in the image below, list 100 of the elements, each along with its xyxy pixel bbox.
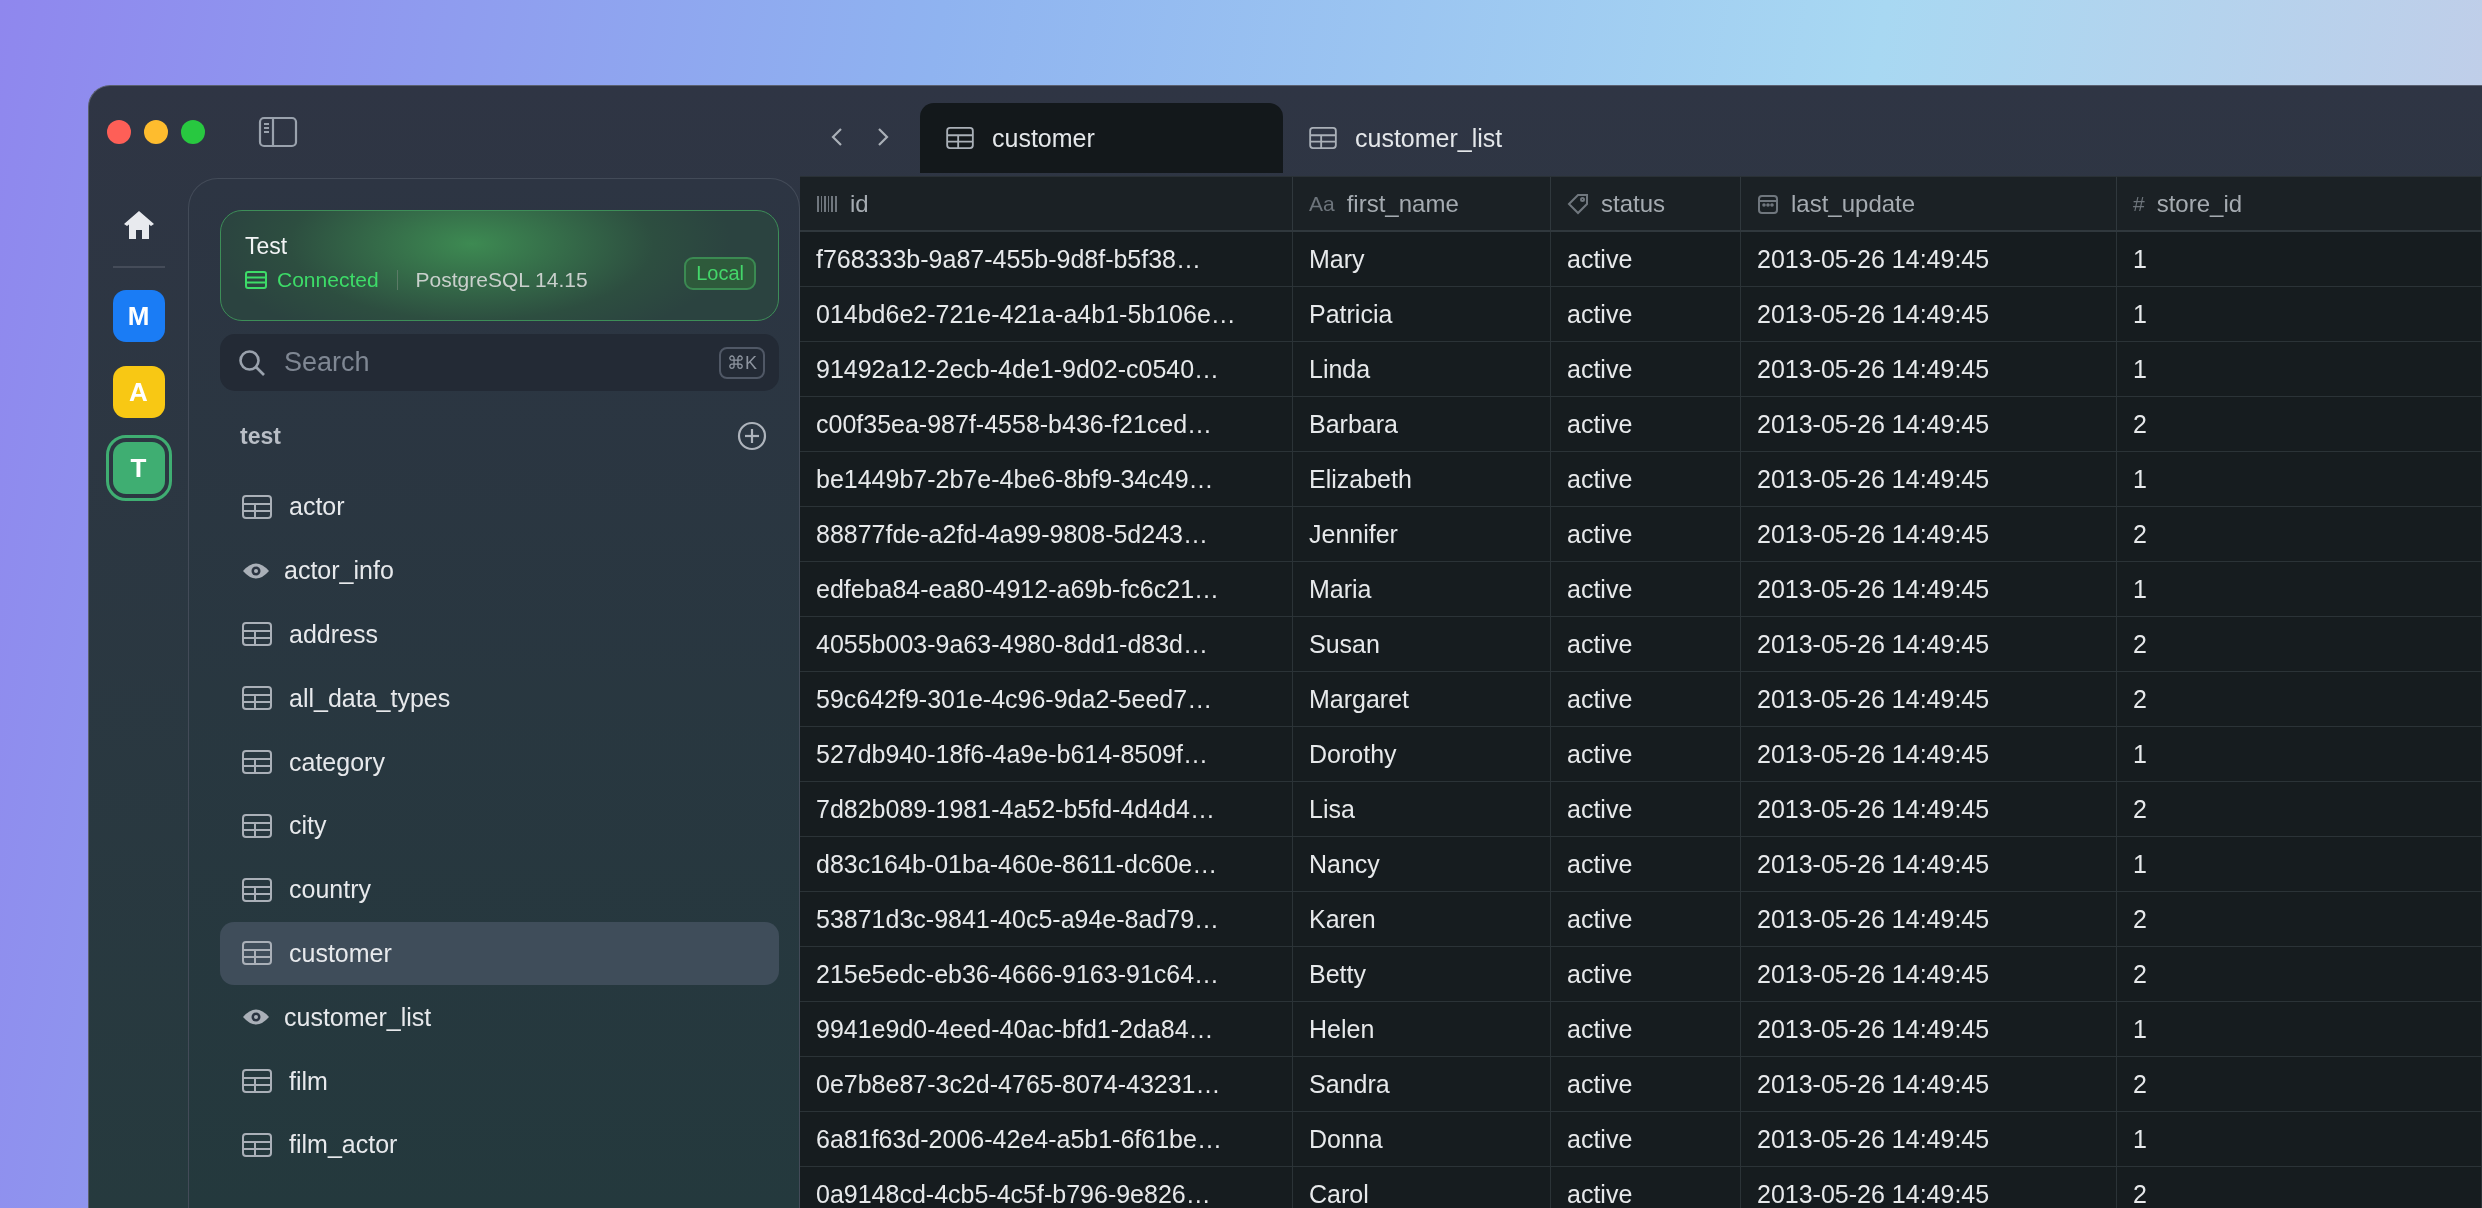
item-label: film: [289, 1066, 328, 1096]
tab-label: customer_list: [1355, 123, 1503, 153]
schema-name[interactable]: test: [240, 422, 281, 450]
tab[interactable]: customer_list: [1283, 103, 1646, 173]
table-cell: Linda: [1293, 342, 1551, 396]
table-cell: 1: [2117, 562, 2482, 616]
sidebar-item[interactable]: film_actor: [220, 1112, 779, 1177]
table-cell: 215e5edc-eb36-4666-9163-91c64…: [800, 947, 1293, 1001]
search-bar[interactable]: Search ⌘K: [220, 334, 779, 391]
table-cell: 9941e9d0-4eed-40ac-bfd1-2da84…: [800, 1002, 1293, 1056]
table-cell: 2013-05-26 14:49:45: [1741, 727, 2117, 781]
table-cell: 2013-05-26 14:49:45: [1741, 342, 2117, 396]
table-cell: active: [1551, 342, 1741, 396]
table-cell: Mary: [1293, 232, 1551, 286]
table-cell: 2013-05-26 14:49:45: [1741, 837, 2117, 891]
eye-icon: [242, 1008, 270, 1027]
table-cell: Patricia: [1293, 287, 1551, 341]
table-cell: 2013-05-26 14:49:45: [1741, 892, 2117, 946]
table-icon: [242, 813, 272, 838]
table-cell: active: [1551, 892, 1741, 946]
table-cell: 2013-05-26 14:49:45: [1741, 947, 2117, 1001]
table-cell: active: [1551, 1112, 1741, 1166]
sidebar-item[interactable]: customer_list: [220, 985, 779, 1050]
sidebar-toggle-icon[interactable]: [258, 116, 298, 148]
table-cell: 2013-05-26 14:49:45: [1741, 397, 2117, 451]
table-cell: 0e7b8e87-3c2d-4765-8074-43231…: [800, 1057, 1293, 1111]
item-label: customer: [289, 938, 392, 968]
calendar-icon: [1757, 192, 1779, 215]
table-cell: 2013-05-26 14:49:45: [1741, 1112, 2117, 1166]
connection-avatar[interactable]: M: [112, 290, 165, 342]
item-label: actor_info: [284, 556, 394, 586]
column-header[interactable]: status: [1601, 189, 1666, 218]
table-cell: Maria: [1293, 562, 1551, 616]
table-cell: 1: [2117, 452, 2482, 506]
table-cell: Susan: [1293, 617, 1551, 671]
item-label: film_actor: [289, 1130, 398, 1160]
table-cell: Nancy: [1293, 837, 1551, 891]
sidebar-item[interactable]: film: [220, 1049, 779, 1113]
table-cell: Sandra: [1293, 1057, 1551, 1111]
table-cell: Margaret: [1293, 672, 1551, 726]
home-icon[interactable]: [122, 210, 155, 240]
column-header[interactable]: last_update: [1791, 189, 1916, 218]
add-icon[interactable]: [737, 421, 767, 451]
table-cell: Lisa: [1293, 782, 1551, 836]
table-cell: active: [1551, 1057, 1741, 1111]
close-button[interactable]: [107, 120, 131, 144]
sidebar-item[interactable]: country: [220, 857, 779, 922]
item-label: customer_list: [284, 1002, 432, 1032]
table-cell: edfeba84-ea80-4912-a69b-fc6c21…: [800, 562, 1293, 616]
sidebar-item[interactable]: actor_info: [220, 538, 779, 603]
table-cell: 2013-05-26 14:49:45: [1741, 507, 2117, 561]
table-cell: 2013-05-26 14:49:45: [1741, 1002, 2117, 1056]
table-cell: 2013-05-26 14:49:45: [1741, 1167, 2117, 1208]
connection-card[interactable]: Test Connected PostgreSQL 14.15 Local: [220, 210, 779, 321]
table-cell: 4055b003-9a63-4980-8dd1-d83d…: [800, 617, 1293, 671]
table-cell: 2013-05-26 14:49:45: [1741, 1057, 2117, 1111]
table-cell: active: [1551, 232, 1741, 286]
column-header[interactable]: first_name: [1346, 189, 1459, 218]
table-cell: active: [1551, 782, 1741, 836]
table-cell: 1: [2117, 1112, 2482, 1166]
sidebar-item[interactable]: actor: [220, 475, 779, 539]
table-cell: Donna: [1293, 1112, 1551, 1166]
table-cell: 2013-05-26 14:49:45: [1741, 452, 2117, 506]
item-label: country: [289, 875, 371, 905]
sidebar-item[interactable]: customer: [220, 921, 779, 986]
table-cell: active: [1551, 287, 1741, 341]
table-cell: 1: [2117, 1002, 2482, 1056]
type-icon: #: [2133, 191, 2145, 216]
table-cell: 91492a12-2ecb-4de1-9d02-c0540…: [800, 342, 1293, 396]
table-cell: Elizabeth: [1293, 452, 1551, 506]
table-icon: [1309, 127, 1337, 149]
table-cell: 2: [2117, 617, 2482, 671]
search-field[interactable]: Search: [282, 346, 703, 379]
minimize-button[interactable]: [144, 120, 168, 144]
table-cell: active: [1551, 837, 1741, 891]
table-cell: Carol: [1293, 1167, 1551, 1208]
table-cell: 1: [2117, 287, 2482, 341]
table-cell: 2013-05-26 14:49:45: [1741, 287, 2117, 341]
sidebar-item[interactable]: all_data_types: [220, 666, 779, 731]
table-cell: be1449b7-2b7e-4be6-8bf9-34c49…: [800, 452, 1293, 506]
table-cell: 2: [2117, 397, 2482, 451]
table-cell: 1: [2117, 727, 2482, 781]
table-cell: 2013-05-26 14:49:45: [1741, 672, 2117, 726]
table-cell: 014bd6e2-721e-421a-a4b1-5b106e…: [800, 287, 1293, 341]
table-cell: 2: [2117, 947, 2482, 1001]
sidebar-item[interactable]: address: [220, 602, 779, 667]
column-header[interactable]: id: [850, 189, 869, 218]
tab[interactable]: customer: [920, 103, 1283, 173]
column-header[interactable]: store_id: [2156, 189, 2243, 218]
search-icon: [238, 348, 266, 377]
sidebar-item[interactable]: city: [220, 794, 779, 858]
table-cell: active: [1551, 397, 1741, 451]
zoom-button[interactable]: [181, 120, 205, 144]
table-cell: active: [1551, 947, 1741, 1001]
sidebar-item[interactable]: category: [220, 730, 779, 794]
item-label: actor: [289, 492, 345, 522]
table-cell: 2: [2117, 892, 2482, 946]
table-cell: 6a81f63d-2006-42e4-a5b1-6f61be…: [800, 1112, 1293, 1166]
table-cell: 2013-05-26 14:49:45: [1741, 617, 2117, 671]
table-icon: [242, 750, 272, 775]
